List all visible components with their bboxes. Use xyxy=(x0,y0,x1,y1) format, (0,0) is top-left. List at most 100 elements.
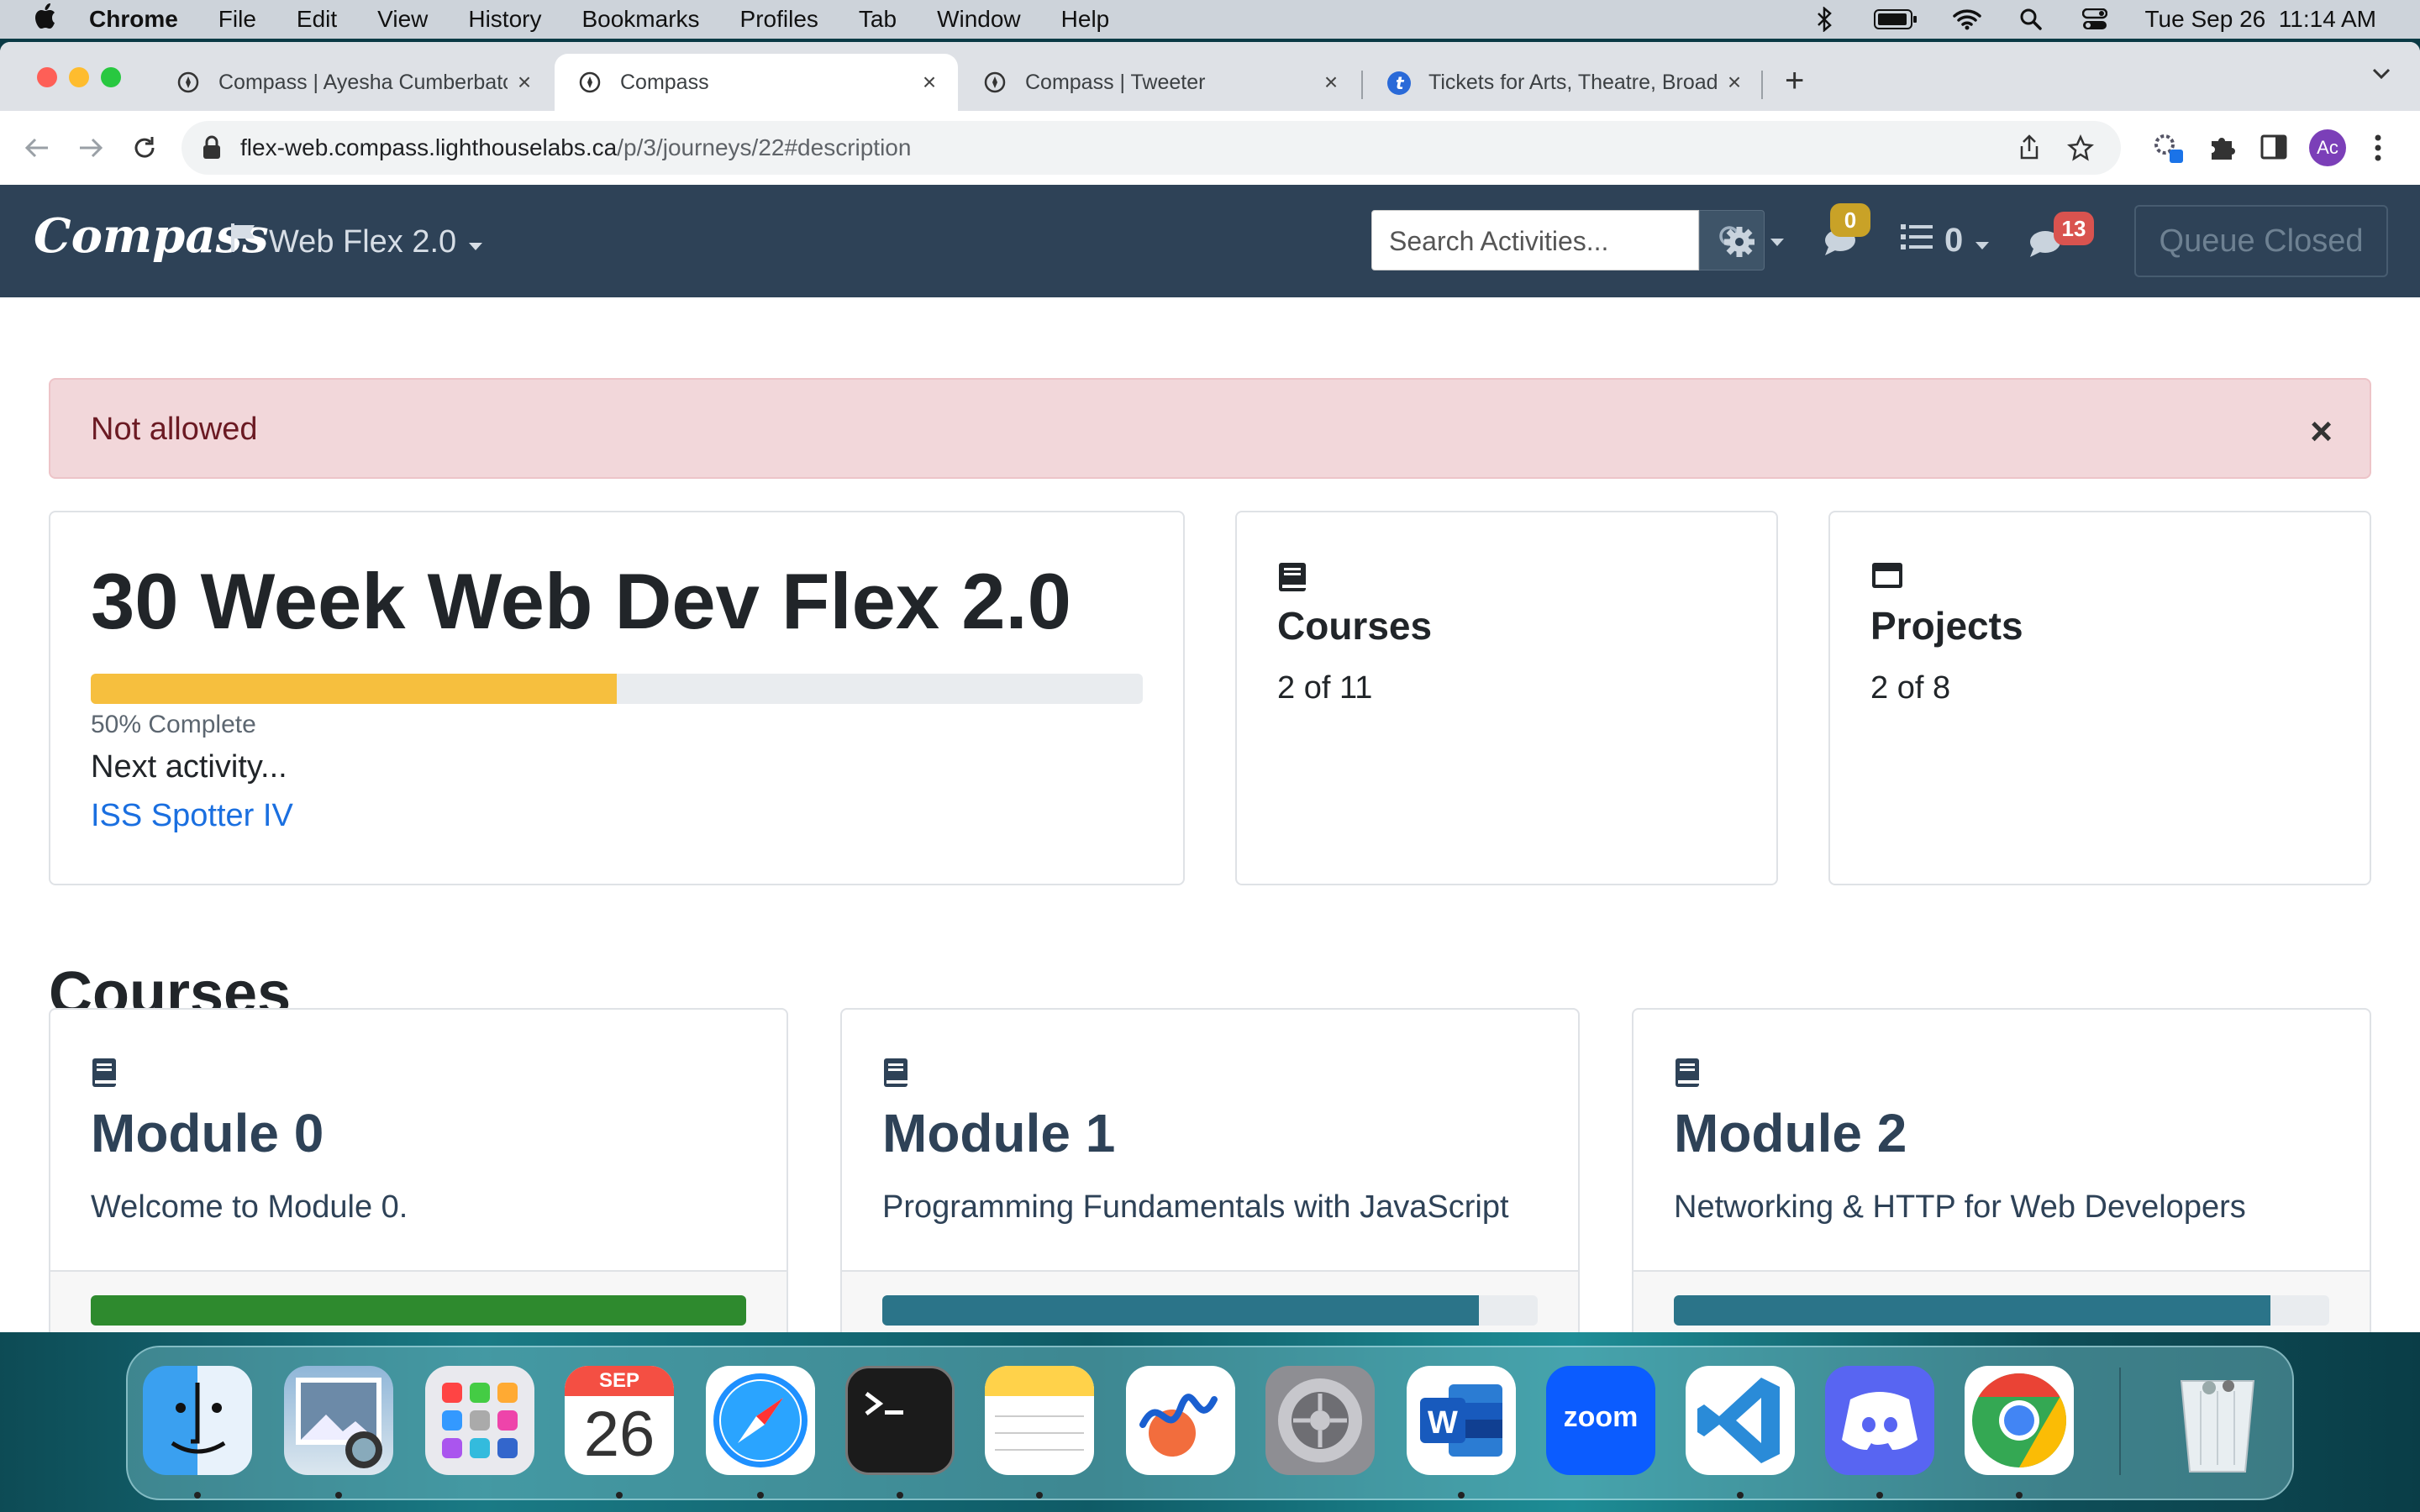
freeform-app-icon[interactable] xyxy=(1126,1366,1235,1475)
tab-separator xyxy=(1761,71,1763,99)
window-close-button[interactable] xyxy=(37,67,57,87)
chrome-menu-kebab-icon[interactable] xyxy=(2373,131,2383,169)
address-bar[interactable]: flex-web.compass.lighthouselabs.ca/p/3/j… xyxy=(182,121,2121,175)
projects-stat-card[interactable]: Projects 2 of 8 xyxy=(1828,511,2371,885)
menu-history[interactable]: History xyxy=(468,6,541,33)
calendar-app-icon[interactable]: SEP 26 xyxy=(565,1366,674,1475)
launchpad-app-icon[interactable] xyxy=(425,1366,534,1475)
module-progress-fill xyxy=(882,1295,1479,1326)
zoom-app-label: zoom xyxy=(1563,1401,1639,1433)
book-icon xyxy=(91,1057,118,1089)
caret-down-icon xyxy=(468,224,483,260)
bluetooth-icon[interactable] xyxy=(1810,5,1839,34)
tab-search-chevron-icon[interactable] xyxy=(2371,67,2391,85)
module-progress-bar xyxy=(1674,1295,2329,1326)
lock-icon[interactable] xyxy=(202,135,224,160)
menu-app-name[interactable]: Chrome xyxy=(89,6,178,33)
projects-stat-label: Projects xyxy=(1870,604,2023,648)
module-card-2[interactable]: Module 2 Networking & HTTP for Web Devel… xyxy=(1632,1008,2371,1332)
wifi-icon[interactable] xyxy=(1953,5,1982,34)
queue-count: 0 xyxy=(1944,222,1964,259)
search-input[interactable]: Search Activities... xyxy=(1371,210,1699,270)
menu-file[interactable]: File xyxy=(218,6,256,33)
tab-compass-ayesha[interactable]: Compass | Ayesha Cumberbatch × xyxy=(153,54,553,111)
running-indicator xyxy=(194,1492,201,1499)
tab-tickets[interactable]: t Tickets for Arts, Theatre, Broadway × xyxy=(1363,54,1763,111)
tickets-favicon-icon: t xyxy=(1386,71,1411,95)
finder-app-icon[interactable] xyxy=(143,1366,252,1475)
menu-help[interactable]: Help xyxy=(1061,6,1110,33)
settings-dropdown[interactable] xyxy=(1723,225,1785,263)
compass-favicon-icon xyxy=(983,71,1007,94)
reload-icon[interactable] xyxy=(126,129,163,166)
compass-navbar: Compass Web Flex 2.0 Search Activities..… xyxy=(0,185,2420,297)
next-activity-link[interactable]: ISS Spotter IV xyxy=(91,798,293,834)
side-panel-icon[interactable] xyxy=(2260,134,2287,164)
tab-close-icon[interactable]: × xyxy=(913,69,946,96)
word-app-icon[interactable]: W xyxy=(1407,1366,1516,1475)
forward-arrow-icon[interactable] xyxy=(72,129,109,166)
journey-title: 30 Week Web Dev Flex 2.0 xyxy=(91,557,1071,645)
journey-progress-bar xyxy=(91,674,1143,704)
tab-title: Compass | Ayesha Cumberbatch xyxy=(218,70,508,94)
tab-close-icon[interactable]: × xyxy=(508,69,541,96)
share-icon[interactable] xyxy=(2018,134,2040,167)
browser-window: Compass | Ayesha Cumberbatch × Compass ×… xyxy=(0,42,2420,1332)
chrome-app-icon[interactable] xyxy=(1965,1366,2074,1475)
bookmark-star-icon[interactable] xyxy=(2067,134,2094,167)
notes-app-icon[interactable] xyxy=(985,1366,1094,1475)
tab-title: Tickets for Arts, Theatre, Broadway xyxy=(1428,70,1718,94)
safari-app-icon[interactable] xyxy=(706,1366,815,1475)
control-center-icon[interactable] xyxy=(2081,5,2109,34)
extensions-puzzle-icon[interactable] xyxy=(2208,133,2237,165)
vscode-app-icon[interactable] xyxy=(1686,1366,1795,1475)
battery-icon[interactable] xyxy=(1874,5,1918,34)
queue-closed-button[interactable]: Queue Closed xyxy=(2134,205,2388,277)
menu-edit[interactable]: Edit xyxy=(297,6,337,33)
apple-menu-icon[interactable] xyxy=(32,3,66,37)
tab-close-icon[interactable]: × xyxy=(1718,69,1751,96)
back-arrow-icon[interactable] xyxy=(18,129,55,166)
menu-tab[interactable]: Tab xyxy=(859,6,897,33)
new-tab-plus-icon[interactable]: + xyxy=(1785,62,1804,100)
dock-separator xyxy=(2119,1368,2121,1475)
preview-app-icon[interactable] xyxy=(284,1366,393,1475)
calendar-day: 26 xyxy=(583,1399,655,1470)
tab-compass-tweeter[interactable]: Compass | Tweeter × xyxy=(960,54,1360,111)
menu-profiles[interactable]: Profiles xyxy=(740,6,818,33)
extension-gear-icon[interactable] xyxy=(2151,131,2185,169)
system-settings-app-icon[interactable] xyxy=(1265,1366,1375,1475)
error-alert: Not allowed × xyxy=(49,378,2371,479)
courses-stat-count: 2 of 11 xyxy=(1277,670,1373,706)
journey-progress-fill xyxy=(91,674,617,704)
profile-avatar[interactable]: Ac xyxy=(2309,129,2346,166)
module-title: Module 1 xyxy=(882,1103,1116,1163)
url-path: /p/3/journeys/22#description xyxy=(617,134,912,160)
window-minimize-button[interactable] xyxy=(69,67,89,87)
menu-bookmarks[interactable]: Bookmarks xyxy=(581,6,699,33)
caret-down-icon xyxy=(1770,237,1785,252)
zoom-app-icon[interactable]: zoom xyxy=(1546,1366,1655,1475)
module-card-1[interactable]: Module 1 Programming Fundamentals with J… xyxy=(840,1008,1580,1332)
discord-app-icon[interactable] xyxy=(1825,1366,1934,1475)
menu-window[interactable]: Window xyxy=(937,6,1021,33)
spotlight-search-icon[interactable] xyxy=(2017,5,2045,34)
book-icon xyxy=(1674,1057,1701,1089)
trash-app-icon[interactable] xyxy=(2163,1366,2272,1475)
alert-close-icon[interactable]: × xyxy=(2310,408,2333,454)
projects-stat-count: 2 of 8 xyxy=(1870,670,1951,706)
tab-close-icon[interactable]: × xyxy=(1314,69,1348,96)
module-footer xyxy=(842,1270,1578,1332)
queue-list-dropdown[interactable]: 0 xyxy=(1901,222,1990,260)
journey-dropdown[interactable]: Web Flex 2.0 xyxy=(230,222,483,262)
window-zoom-button[interactable] xyxy=(101,67,121,87)
menubar-clock[interactable]: Tue Sep 26 11:14 AM xyxy=(2144,6,2376,33)
running-indicator xyxy=(335,1492,342,1499)
module-card-0[interactable]: Module 0 Welcome to Module 0. xyxy=(49,1008,788,1332)
terminal-app-icon[interactable] xyxy=(845,1366,955,1475)
tab-compass-active[interactable]: Compass × xyxy=(555,54,958,111)
module-footer xyxy=(50,1270,786,1332)
menu-view[interactable]: View xyxy=(377,6,428,33)
courses-stat-card[interactable]: Courses 2 of 11 xyxy=(1235,511,1778,885)
module-progress-bar xyxy=(882,1295,1538,1326)
